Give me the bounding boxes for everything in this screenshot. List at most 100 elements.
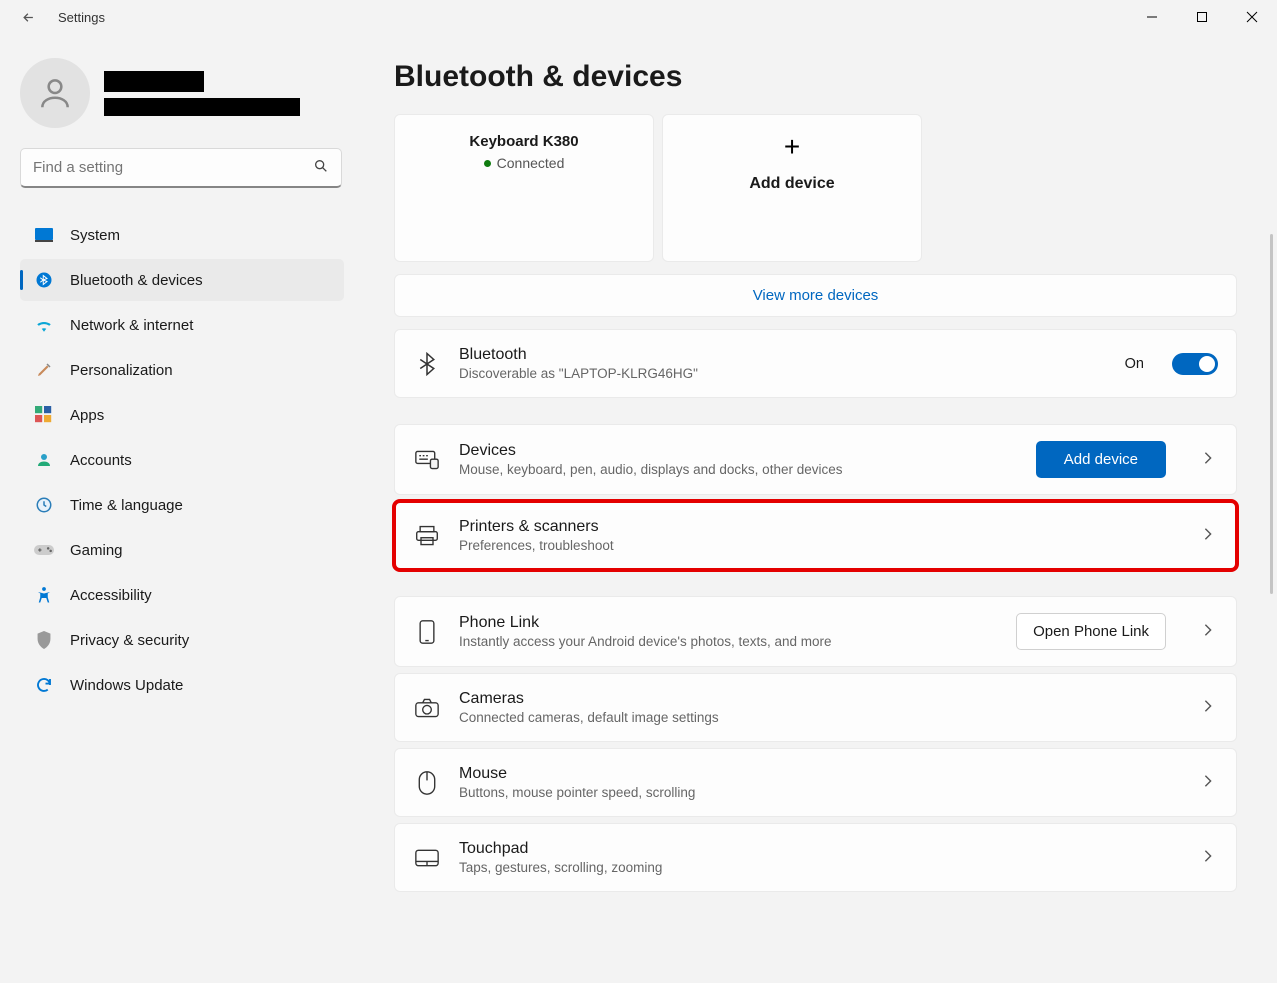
window-controls	[1127, 0, 1277, 34]
sidebar-item-label: Time & language	[70, 497, 183, 514]
sidebar-item-label: Windows Update	[70, 677, 183, 694]
toggle-state-label: On	[1125, 356, 1144, 372]
device-card-keyboard[interactable]: Keyboard K380 Connected	[394, 114, 654, 262]
sidebar-item-personalization[interactable]: Personalization	[20, 349, 344, 391]
sidebar-item-accessibility[interactable]: Accessibility	[20, 574, 344, 616]
sidebar-item-gaming[interactable]: Gaming	[20, 529, 344, 571]
system-icon	[34, 225, 54, 245]
device-status: Connected	[484, 155, 565, 171]
printer-icon	[413, 525, 441, 547]
chevron-right-icon	[1198, 849, 1218, 866]
chevron-right-icon	[1198, 774, 1218, 791]
panel-title: Phone Link	[459, 614, 998, 632]
maximize-button[interactable]	[1177, 0, 1227, 34]
sidebar-item-label: Personalization	[70, 362, 173, 379]
profile-name-redacted	[104, 71, 204, 92]
profile-email-redacted	[104, 98, 300, 116]
printers-scanners-panel[interactable]: Printers & scanners Preferences, trouble…	[394, 501, 1237, 570]
paintbrush-icon	[34, 360, 54, 380]
window-title: Settings	[58, 10, 105, 25]
bluetooth-icon	[413, 352, 441, 376]
sidebar-item-network[interactable]: Network & internet	[20, 304, 344, 346]
sidebar-item-label: Accessibility	[70, 587, 152, 604]
apps-icon	[34, 405, 54, 425]
sidebar-item-time-language[interactable]: Time & language	[20, 484, 344, 526]
phone-icon	[413, 620, 441, 644]
status-dot-icon	[484, 160, 491, 167]
chevron-right-icon	[1198, 623, 1218, 640]
sidebar-item-label: Gaming	[70, 542, 123, 559]
profile[interactable]	[20, 58, 352, 128]
panel-subtitle: Mouse, keyboard, pen, audio, displays an…	[459, 462, 1018, 477]
profile-name-section	[104, 71, 300, 116]
chevron-right-icon	[1198, 699, 1218, 716]
sidebar-item-bluetooth-devices[interactable]: Bluetooth & devices	[20, 259, 344, 301]
sidebar: System Bluetooth & devices Network & int…	[0, 34, 370, 983]
scrollbar[interactable]	[1270, 234, 1273, 594]
bluetooth-icon	[34, 270, 54, 290]
panel-subtitle: Buttons, mouse pointer speed, scrolling	[459, 785, 1180, 800]
open-phone-link-button[interactable]: Open Phone Link	[1016, 613, 1166, 650]
panel-subtitle: Preferences, troubleshoot	[459, 538, 1180, 553]
bluetooth-toggle[interactable]	[1172, 353, 1218, 375]
phone-link-panel[interactable]: Phone Link Instantly access your Android…	[394, 596, 1237, 667]
update-icon	[34, 675, 54, 695]
sidebar-item-label: Network & internet	[70, 317, 193, 334]
page-title: Bluetooth & devices	[394, 60, 1237, 94]
add-device-card[interactable]: + Add device	[662, 114, 922, 262]
view-more-devices-link[interactable]: View more devices	[394, 274, 1237, 317]
sidebar-item-windows-update[interactable]: Windows Update	[20, 664, 344, 706]
touchpad-icon	[413, 849, 441, 867]
back-button[interactable]	[10, 10, 46, 25]
add-device-label: Add device	[749, 175, 834, 193]
device-name: Keyboard K380	[469, 133, 578, 150]
wifi-icon	[34, 315, 54, 335]
search-input[interactable]	[33, 159, 313, 176]
sidebar-item-privacy[interactable]: Privacy & security	[20, 619, 344, 661]
sidebar-item-label: Privacy & security	[70, 632, 189, 649]
chevron-right-icon	[1198, 451, 1218, 468]
bluetooth-panel[interactable]: Bluetooth Discoverable as "LAPTOP-KLRG46…	[394, 329, 1237, 398]
add-device-button[interactable]: Add device	[1036, 441, 1166, 478]
chevron-right-icon	[1198, 527, 1218, 544]
mouse-icon	[413, 771, 441, 795]
panel-title: Bluetooth	[459, 346, 1107, 364]
panel-title: Cameras	[459, 690, 1180, 708]
panel-subtitle: Connected cameras, default image setting…	[459, 710, 1180, 725]
panel-subtitle: Instantly access your Android device's p…	[459, 634, 998, 649]
main-content: Bluetooth & devices Keyboard K380 Connec…	[370, 34, 1277, 983]
clock-icon	[34, 495, 54, 515]
close-button[interactable]	[1227, 0, 1277, 34]
shield-icon	[34, 630, 54, 650]
sidebar-item-apps[interactable]: Apps	[20, 394, 344, 436]
panel-title: Mouse	[459, 765, 1180, 783]
plus-icon: +	[784, 133, 800, 161]
cameras-panel[interactable]: Cameras Connected cameras, default image…	[394, 673, 1237, 742]
sidebar-item-label: Accounts	[70, 452, 132, 469]
device-strip: Keyboard K380 Connected + Add device	[394, 114, 1237, 262]
touchpad-panel[interactable]: Touchpad Taps, gestures, scrolling, zoom…	[394, 823, 1237, 892]
panel-subtitle: Taps, gestures, scrolling, zooming	[459, 860, 1180, 875]
accounts-icon	[34, 450, 54, 470]
devices-icon	[413, 450, 441, 470]
sidebar-item-label: System	[70, 227, 120, 244]
camera-icon	[413, 698, 441, 718]
search-box[interactable]	[20, 148, 342, 188]
panel-subtitle: Discoverable as "LAPTOP-KLRG46HG"	[459, 366, 1107, 381]
nav: System Bluetooth & devices Network & int…	[20, 214, 352, 706]
sidebar-item-label: Apps	[70, 407, 104, 424]
gaming-icon	[34, 540, 54, 560]
sidebar-item-label: Bluetooth & devices	[70, 272, 203, 289]
panel-title: Printers & scanners	[459, 518, 1180, 536]
panel-title: Touchpad	[459, 840, 1180, 858]
devices-panel[interactable]: Devices Mouse, keyboard, pen, audio, dis…	[394, 424, 1237, 495]
search-icon	[313, 158, 329, 177]
mouse-panel[interactable]: Mouse Buttons, mouse pointer speed, scro…	[394, 748, 1237, 817]
avatar	[20, 58, 90, 128]
accessibility-icon	[34, 585, 54, 605]
titlebar: Settings	[0, 0, 1277, 34]
panel-title: Devices	[459, 442, 1018, 460]
sidebar-item-accounts[interactable]: Accounts	[20, 439, 344, 481]
sidebar-item-system[interactable]: System	[20, 214, 344, 256]
minimize-button[interactable]	[1127, 0, 1177, 34]
